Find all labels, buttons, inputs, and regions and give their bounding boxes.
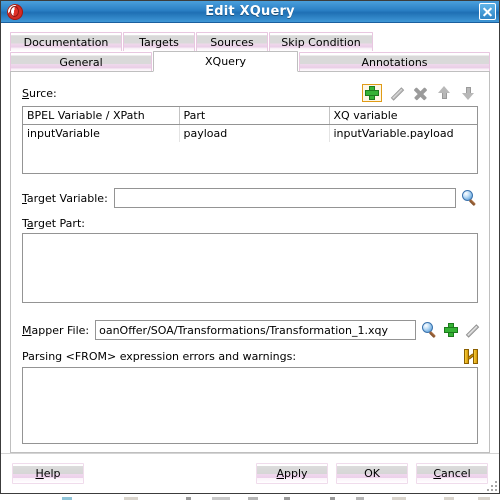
target-variable-label-rest: arget Variable: [26,191,108,205]
edit-xquery-dialog: Edit XQuery Documentation Targets Source… [0,0,500,494]
tab-xquery-label: XQuery [205,55,246,68]
oracle-ball-icon [7,3,23,20]
x-icon [414,87,427,100]
apply-button-label: pply [284,467,308,480]
mapper-create-icon[interactable] [444,323,458,337]
target-variable-browse-icon[interactable] [462,190,478,206]
close-icon[interactable] [479,3,496,20]
cell-part: payload [179,124,330,142]
mapper-edit-icon[interactable] [464,323,478,337]
parsing-header: Parsing <FROM> expression errors and war… [22,349,478,364]
column-header-xq-variable[interactable]: XQ variable [329,107,477,125]
target-part-label-mnemonic: a [26,217,34,230]
tab-xquery[interactable]: XQuery [153,51,298,72]
tab-documentation[interactable]: Documentation [10,32,122,51]
tabstrip: Documentation Targets Sources Skip Condi… [10,31,490,72]
parsing-block: Parsing <FROM> expression errors and war… [22,349,478,444]
mapper-file-input[interactable] [95,320,416,340]
source-label-mnemonic: S [22,86,29,100]
move-down-button[interactable] [458,84,478,102]
column-header-part[interactable]: Part [179,107,330,125]
ok-button-label: OK [364,467,380,480]
source-toolbar [362,84,478,102]
background-window-strip [0,494,500,501]
mapper-browse-icon[interactable] [422,322,438,338]
target-variable-label: Target Variable: [22,192,108,205]
title-bar: Edit XQuery [1,1,499,23]
target-part-label: Target Part: [22,217,478,230]
source-header: Surce: [22,83,478,103]
source-label-rest: urce: [28,86,57,100]
tab-sources-label: Sources [210,35,254,49]
table-row[interactable]: inputVariable payload inputVariable.payl… [23,124,477,142]
tab-row-lower: General XQuery Annotations [10,51,490,72]
help-button-label: elp [43,467,61,480]
tab-annotations[interactable]: Annotations [299,52,490,72]
target-part-textarea[interactable] [22,233,478,303]
parsing-output-textarea[interactable] [22,367,478,444]
page-title: Edit XQuery [205,4,295,19]
edit-source-button[interactable] [386,84,406,102]
tab-skip-condition[interactable]: Skip Condition [269,32,373,51]
primary-button-group: Apply OK Cancel [256,463,488,484]
target-variable-input[interactable] [113,188,456,208]
help-button-mnemonic: H [35,467,44,480]
parsing-label: Parsing <FROM> expression errors and war… [22,350,297,363]
tab-targets[interactable]: Targets [123,32,195,51]
delete-source-button[interactable] [410,84,430,102]
cancel-button[interactable]: Cancel [416,463,488,484]
tab-targets-label: Targets [139,35,179,49]
mapper-file-label: Mapper File: [22,324,89,337]
source-label: Surce: [22,87,57,100]
target-part-block: Target Part: [22,217,478,306]
tab-general-label: General [59,56,103,69]
apply-button[interactable]: Apply [256,463,328,484]
mapper-file-row: Mapper File: [22,320,478,340]
tab-general[interactable]: General [10,52,152,72]
mapper-file-label-mnemonic: M [22,323,32,337]
cancel-button-label: ancel [441,467,471,480]
dialog-button-bar: Help Apply OK Cancel [1,453,499,493]
table-header-row: BPEL Variable / XPath Part XQ variable [23,107,477,125]
resize-grip[interactable] [484,478,497,491]
xquery-tab-panel: Surce: BPEL Variable / XPath Part XQ var… [10,71,490,453]
tab-skip-condition-label: Skip Condition [281,35,361,49]
target-part-label-rest: rget Part: [33,217,85,230]
column-header-bpel-variable[interactable]: BPEL Variable / XPath [23,107,180,125]
mapper-file-label-rest: apper File: [31,323,90,337]
move-up-button[interactable] [434,84,454,102]
add-source-button[interactable] [362,84,382,102]
bookmark-nn-icon[interactable] [464,349,478,364]
pencil-icon [389,86,403,100]
source-table[interactable]: BPEL Variable / XPath Part XQ variable i… [22,106,478,174]
plus-icon [365,86,379,100]
arrow-down-icon [461,86,475,100]
tab-documentation-label: Documentation [23,35,109,49]
tab-annotations-label: Annotations [361,56,428,69]
cell-bpel-variable: inputVariable [23,124,180,142]
help-button[interactable]: Help [12,463,84,484]
tab-sources[interactable]: Sources [196,32,268,51]
ok-button[interactable]: OK [336,463,408,484]
cell-xq-variable: inputVariable.payload [329,124,477,142]
target-variable-row: Target Variable: [22,188,478,208]
apply-button-mnemonic: A [276,467,284,480]
cancel-button-mnemonic: C [433,467,442,480]
arrow-up-icon [437,86,451,100]
dialog-body: Documentation Targets Sources Skip Condi… [1,23,499,453]
tab-row-upper: Documentation Targets Sources Skip Condi… [10,31,490,51]
